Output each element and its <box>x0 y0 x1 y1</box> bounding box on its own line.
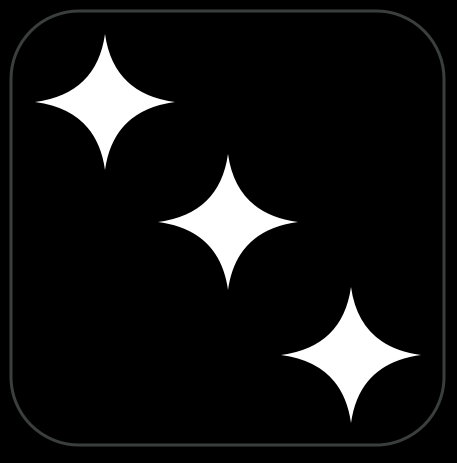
sparkles-icon <box>9 9 446 447</box>
app-icon <box>0 0 457 463</box>
